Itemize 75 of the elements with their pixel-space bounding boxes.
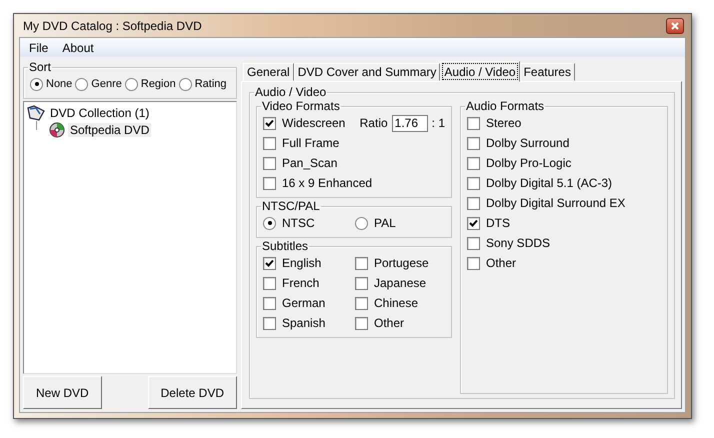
tab[interactable]: Features (520, 63, 575, 81)
tab[interactable]: General (243, 63, 294, 81)
radio-label: Genre (91, 78, 122, 90)
checkbox-label: Dolby Digital Surround EX (486, 196, 626, 210)
group-title: Sort (28, 60, 52, 74)
checkbox-label: Sony SDDS (486, 236, 550, 250)
checkbox-label: Portugese (374, 256, 429, 270)
radio-label: Rating (194, 78, 227, 90)
checkbox[interactable] (467, 216, 480, 230)
checkbox-label: German (282, 296, 326, 310)
checkbox[interactable] (355, 276, 368, 290)
checkbox-label: Dolby Surround (486, 136, 570, 150)
radio-label: Region (140, 78, 176, 90)
menu-item[interactable]: File (29, 40, 48, 54)
radio-button[interactable] (30, 78, 43, 90)
group-title: Audio / Video (254, 85, 328, 99)
checkbox[interactable] (263, 176, 276, 190)
checkbox-label: French (282, 276, 320, 290)
checkbox-label: 16 x 9 Enhanced (282, 176, 372, 190)
checkbox[interactable] (263, 296, 276, 310)
checkbox[interactable] (467, 196, 480, 210)
checkbox[interactable] (467, 136, 480, 150)
close-button[interactable] (666, 18, 684, 34)
tree-item[interactable]: Softpedia DVD (68, 122, 152, 136)
checkbox[interactable] (467, 256, 480, 270)
ratio-suffix: : 1 (432, 116, 445, 130)
tab[interactable]: DVD Cover and Summary (294, 63, 440, 81)
radio-button[interactable] (75, 78, 88, 90)
checkbox[interactable] (355, 256, 368, 270)
checkbox-label: Dolby Digital 5.1 (AC-3) (486, 176, 612, 190)
close-icon (671, 22, 679, 30)
group-title: Video Formats (261, 99, 341, 113)
menu-item[interactable]: About (62, 40, 94, 54)
checkbox-label: Other (486, 256, 516, 270)
radio-button[interactable] (355, 216, 368, 230)
checkbox[interactable] (263, 276, 276, 290)
action-button[interactable]: New DVD (23, 376, 102, 409)
checkbox-label: Widescreen (282, 116, 346, 130)
checkbox-label: Japanese (374, 276, 426, 290)
checkbox[interactable] (263, 136, 276, 150)
action-button[interactable]: Delete DVD (148, 376, 237, 409)
radio-label: PAL (374, 216, 396, 230)
radio-label: NTSC (282, 216, 315, 230)
radio-button[interactable] (263, 216, 276, 230)
radio-label: None (46, 78, 72, 90)
tab[interactable]: Audio / Video (440, 61, 520, 82)
checkbox-label: Dolby Pro-Logic (486, 156, 572, 170)
checkbox-label: Stereo (486, 116, 522, 130)
ratio-label: Ratio (360, 116, 388, 130)
checkbox[interactable] (467, 156, 480, 170)
checkbox[interactable] (263, 116, 276, 130)
checkbox-label: Pan_Scan (282, 156, 338, 170)
checkbox[interactable] (355, 296, 368, 310)
checkbox[interactable] (263, 256, 276, 270)
checkbox[interactable] (467, 236, 480, 250)
group-title: NTSC/PAL (261, 199, 321, 213)
checkbox-label: Chinese (374, 296, 418, 310)
checkbox-label: Spanish (282, 316, 326, 330)
radio-button[interactable] (124, 78, 138, 90)
group-title: Audio Formats (465, 99, 546, 113)
ratio-field[interactable]: 1.76 (392, 114, 428, 132)
checkbox[interactable] (355, 316, 368, 330)
disc-icon (49, 122, 65, 138)
radio-button[interactable] (178, 78, 192, 90)
checkbox-label: Full Frame (282, 136, 340, 150)
checkbox-label: Other (374, 316, 404, 330)
checkbox[interactable] (467, 116, 480, 130)
checkbox[interactable] (263, 316, 276, 330)
checkbox-label: DTS (486, 216, 510, 230)
tree-item[interactable]: DVD Collection (1) (48, 106, 152, 120)
checkbox[interactable] (263, 156, 276, 170)
group-title: Subtitles (261, 239, 310, 253)
window-title: My DVD Catalog : Softpedia DVD (23, 18, 202, 32)
checkbox-label: English (282, 256, 322, 270)
checkbox[interactable] (467, 176, 480, 190)
